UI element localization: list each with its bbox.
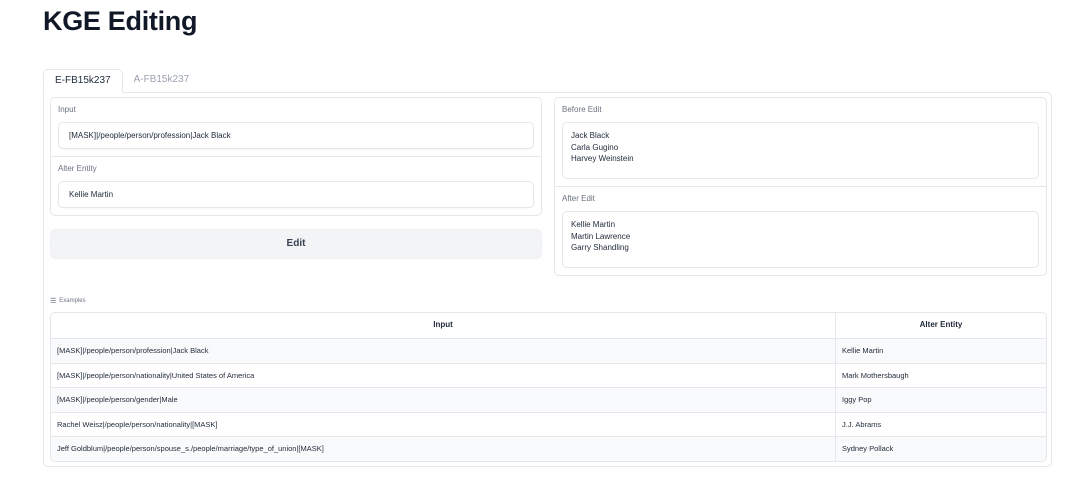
tab-panel: Input [MASK]|/people/person/profession|J… [43, 92, 1052, 467]
results-panel: Before Edit Jack Black Carla Gugino Harv… [554, 97, 1047, 276]
list-icon: ☰ [50, 298, 57, 305]
tab-bar: E-FB15k237 A-FB15k237 [43, 69, 200, 93]
after-edit-line: Martin Lawrence [571, 231, 631, 241]
alter-entity-label: Alter Entity [58, 164, 97, 173]
alter-entity-field-group: Alter Entity Kellie Martin [51, 156, 541, 215]
column-header-input: Input [51, 313, 836, 338]
input-form: Input [MASK]|/people/person/profession|J… [50, 97, 542, 216]
before-edit-output[interactable]: Jack Black Carla Gugino Harvey Weinstein [562, 122, 1039, 179]
after-edit-group: After Edit Kellie Martin Martin Lawrence… [555, 186, 1046, 275]
examples-table: Input Alter Entity [MASK]|/people/person… [50, 312, 1047, 462]
example-alter-cell: Iggy Pop [842, 395, 872, 404]
alter-entity-textbox[interactable]: Kellie Martin [58, 181, 534, 208]
table-row[interactable]: Jeff Goldblum|/people/person/spouse_s./p… [51, 436, 1046, 461]
examples-header: ☰ Examples [50, 297, 86, 305]
table-row[interactable]: Rachel Weisz|/people/person/nationality|… [51, 411, 1046, 436]
example-alter-cell: J.J. Abrams [842, 419, 882, 429]
example-input-cell: Rachel Weisz|/people/person/nationality|… [51, 412, 836, 436]
example-alter-cell: Kellie Martin [842, 346, 884, 355]
page-title: KGE Editing [43, 6, 198, 36]
after-edit-line: Kellie Martin [571, 220, 616, 229]
example-alter-cell: Sydney Pollack [842, 444, 894, 453]
column-header-alter-entity: Alter Entity [919, 320, 963, 329]
table-row[interactable]: [MASK]|/people/person/nationality|United… [51, 362, 1046, 387]
input-label: Input [58, 105, 76, 114]
example-input-cell: [MASK]|/people/person/gender|Male [51, 388, 836, 412]
after-edit-line: Garry Shandling [571, 243, 629, 252]
tab-a-fb15k237[interactable]: A-FB15k237 [123, 69, 201, 93]
table-row[interactable]: [MASK]|/people/person/gender|Male Iggy P… [51, 387, 1046, 412]
input-field-group: Input [MASK]|/people/person/profession|J… [51, 98, 541, 156]
examples-label: Examples [59, 298, 86, 304]
before-edit-group: Before Edit Jack Black Carla Gugino Harv… [555, 98, 1046, 186]
example-input-cell: [MASK]|/people/person/profession|Jack Bl… [51, 339, 836, 363]
edit-button[interactable]: Edit [50, 229, 542, 259]
example-input-cell: [MASK]|/people/person/nationality|United… [51, 363, 836, 387]
table-row[interactable]: [MASK]|/people/person/profession|Jack Bl… [51, 338, 1046, 363]
after-edit-label: After Edit [562, 194, 595, 203]
before-edit-line: Harvey Weinstein [571, 154, 634, 163]
table-header-row: Input Alter Entity [51, 313, 1046, 338]
results-box: Before Edit Jack Black Carla Gugino Harv… [554, 97, 1047, 276]
example-alter-cell: Mark Mothersbaugh [842, 370, 909, 380]
after-edit-output[interactable]: Kellie Martin Martin Lawrence Garry Shan… [562, 211, 1039, 268]
before-edit-label: Before Edit [562, 105, 602, 114]
tab-e-fb15k237[interactable]: E-FB15k237 [43, 69, 123, 93]
input-form-box: Input [MASK]|/people/person/profession|J… [50, 97, 542, 216]
input-textbox[interactable]: [MASK]|/people/person/profession|Jack Bl… [58, 122, 534, 149]
before-edit-line: Jack Black [571, 131, 610, 140]
before-edit-line: Carla Gugino [571, 142, 619, 152]
example-input-cell: Jeff Goldblum|/people/person/spouse_s./p… [51, 437, 836, 461]
